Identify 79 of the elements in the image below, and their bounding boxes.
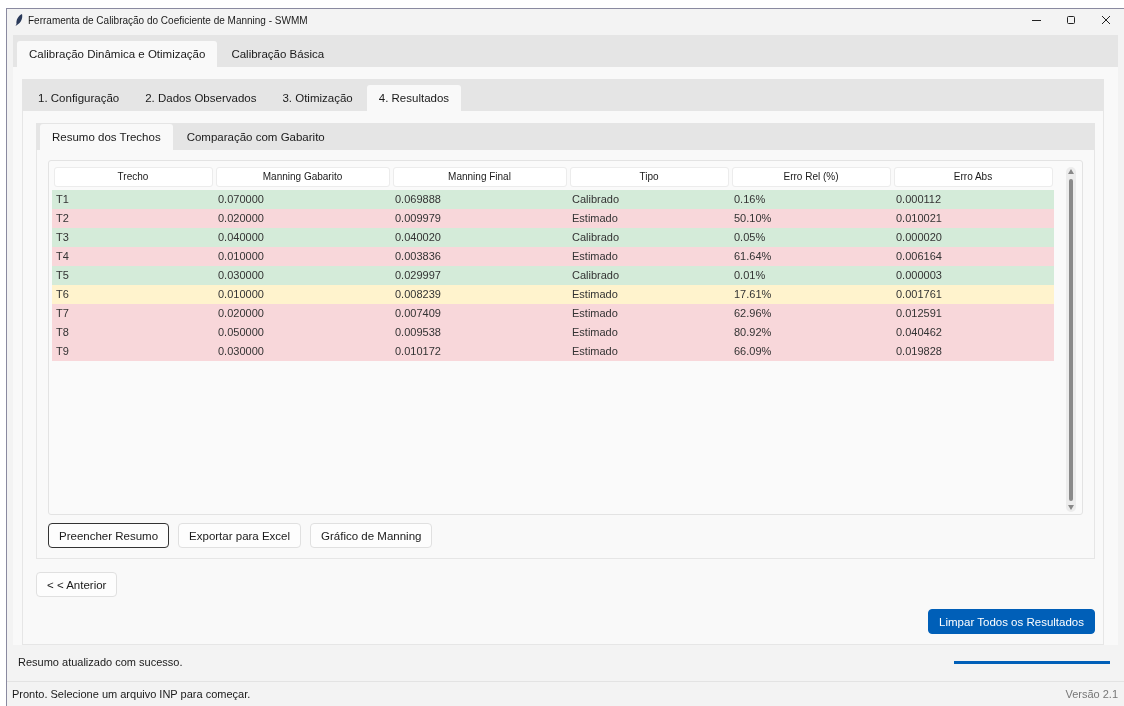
- table-cell: 0.009979: [391, 209, 568, 228]
- table-cell: 17.61%: [730, 285, 892, 304]
- table-cell: 0.05%: [730, 228, 892, 247]
- table-cell: 62.96%: [730, 304, 892, 323]
- status-text: Pronto. Selecione um arquivo INP para começar.: [12, 688, 251, 700]
- table-cell: 0.070000: [214, 190, 391, 209]
- column-header[interactable]: Erro Rel (%): [731, 167, 891, 187]
- table-cell: 0.069888: [391, 190, 568, 209]
- scrollbar[interactable]: [1066, 167, 1076, 512]
- table-cell: Estimado: [568, 285, 730, 304]
- table-cell: Estimado: [568, 209, 730, 228]
- table-cell: 80.92%: [730, 323, 892, 342]
- table-cell: 0.01%: [730, 266, 892, 285]
- table-cell: 0.010000: [214, 247, 391, 266]
- table-cell: 0.000112: [892, 190, 1054, 209]
- column-header[interactable]: Erro Abs: [893, 167, 1053, 187]
- clear-button[interactable]: Limpar Todos os Resultados: [928, 609, 1095, 634]
- tab[interactable]: 4. Resultados: [366, 85, 462, 111]
- column-header[interactable]: Trecho: [53, 167, 213, 187]
- table-cell: Calibrado: [568, 190, 730, 209]
- table-cell: T9: [52, 342, 214, 361]
- button[interactable]: Exportar para Excel: [178, 523, 302, 548]
- table-cell: T8: [52, 323, 214, 342]
- table-cell: 0.009538: [391, 323, 568, 342]
- column-header[interactable]: Manning Final: [392, 167, 567, 187]
- table-cell: T4: [52, 247, 214, 266]
- column-header[interactable]: Tipo: [569, 167, 729, 187]
- table-cell: Estimado: [568, 342, 730, 361]
- table-cell: 0.010172: [391, 342, 568, 361]
- table-cell: 0.006164: [892, 247, 1054, 266]
- table-cell: 0.050000: [214, 323, 391, 342]
- column-header[interactable]: Manning Gabarito: [215, 167, 390, 187]
- tab[interactable]: Calibração Dinâmica e Otimização: [17, 41, 218, 67]
- tab[interactable]: Comparação com Gabarito: [174, 124, 337, 150]
- table-cell: 0.000003: [892, 266, 1054, 285]
- version-label: Versão 2.1: [1065, 688, 1118, 700]
- button[interactable]: Preencher Resumo: [48, 523, 170, 548]
- status-message: Resumo atualizado com sucesso.: [18, 656, 183, 668]
- tab[interactable]: 3. Otimização: [270, 85, 365, 111]
- table-cell: 0.040000: [214, 228, 391, 247]
- table-cell: 0.007409: [391, 304, 568, 323]
- table-cell: 0.001761: [892, 285, 1054, 304]
- table-cell: 0.010021: [892, 209, 1054, 228]
- table-cell: 0.000020: [892, 228, 1054, 247]
- table-cell: 0.012591: [892, 304, 1054, 323]
- table-cell: 66.09%: [730, 342, 892, 361]
- table-cell: Estimado: [568, 323, 730, 342]
- back-button[interactable]: < < Anterior: [36, 572, 118, 597]
- tab[interactable]: 1. Configuração: [26, 85, 132, 111]
- table-cell: T5: [52, 266, 214, 285]
- table-cell: 0.020000: [214, 304, 391, 323]
- table-cell: T3: [52, 228, 214, 247]
- table-cell: Calibrado: [568, 228, 730, 247]
- tab[interactable]: 2. Dados Observados: [133, 85, 269, 111]
- feather-icon: [15, 14, 23, 26]
- table-cell: 0.008239: [391, 285, 568, 304]
- table-cell: 61.64%: [730, 247, 892, 266]
- table-cell: 0.040462: [892, 323, 1054, 342]
- table-cell: 0.020000: [214, 209, 391, 228]
- tab[interactable]: Calibração Básica: [219, 41, 337, 67]
- table-cell: T2: [52, 209, 214, 228]
- table-cell: Estimado: [568, 247, 730, 266]
- table-cell: Estimado: [568, 304, 730, 323]
- table-cell: Calibrado: [568, 266, 730, 285]
- table-cell: 0.030000: [214, 266, 391, 285]
- table-cell: 0.040020: [391, 228, 568, 247]
- table-cell: 0.019828: [892, 342, 1054, 361]
- table-cell: 50.10%: [730, 209, 892, 228]
- button[interactable]: Gráfico de Manning: [310, 523, 433, 548]
- table-cell: T6: [52, 285, 214, 304]
- table-cell: 0.16%: [730, 190, 892, 209]
- window-title: Ferramenta de Calibração do Coeficiente de Manning - SWMM: [28, 14, 308, 26]
- table-cell: T7: [52, 304, 214, 323]
- table-cell: 0.003836: [391, 247, 568, 266]
- table-cell: 0.029997: [391, 266, 568, 285]
- tab[interactable]: Resumo dos Trechos: [40, 124, 173, 150]
- table-cell: 0.010000: [214, 285, 391, 304]
- table-cell: 0.030000: [214, 342, 391, 361]
- table-cell: T1: [52, 190, 214, 209]
